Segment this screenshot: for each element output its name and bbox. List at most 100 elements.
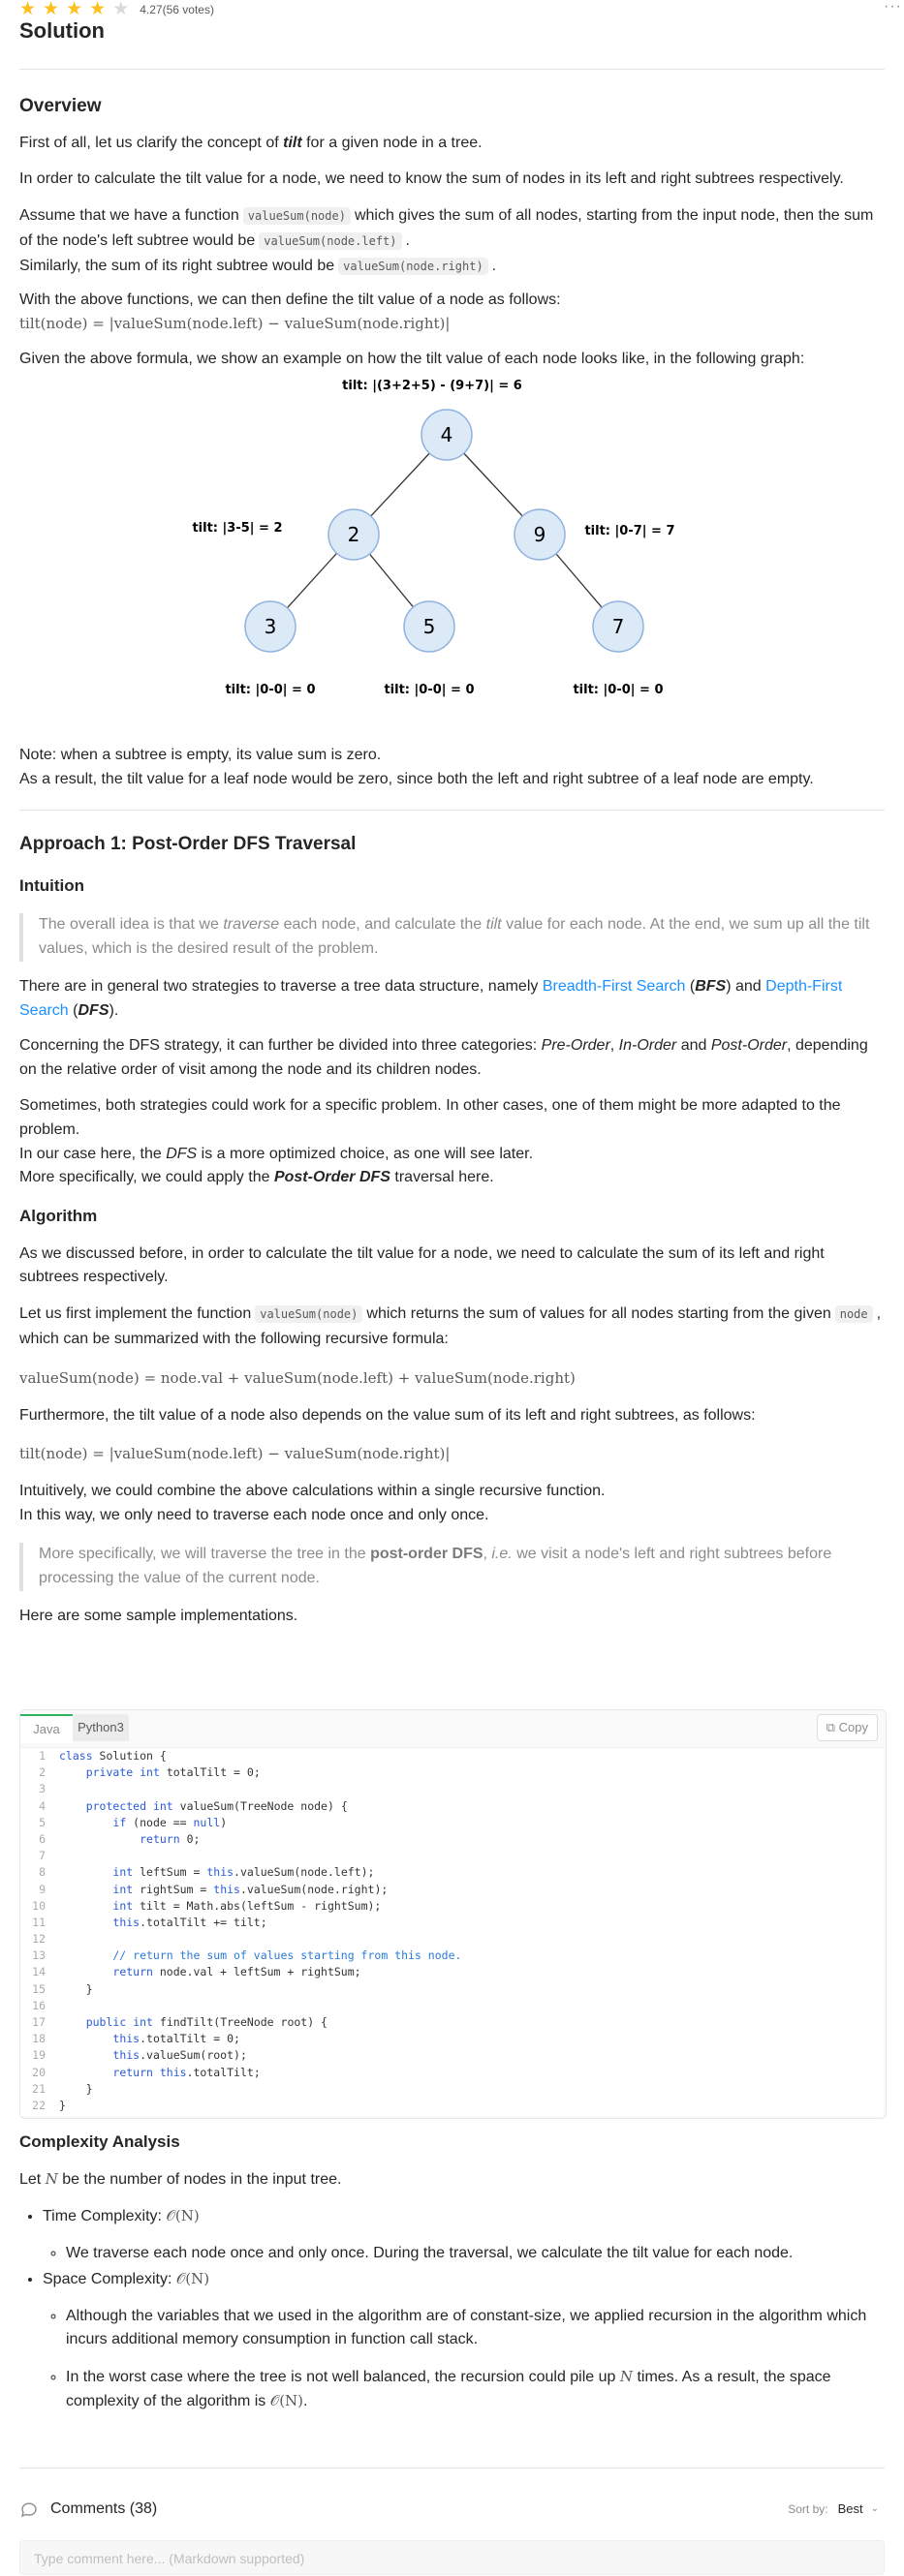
code-line: 10 int tilt = Math.abs(leftSum - rightSu…	[20, 1898, 884, 1915]
line-number: 16	[32, 1998, 46, 2012]
comment-input[interactable]: Type comment here... (Markdown supported…	[19, 2540, 885, 2575]
tilt-label: tilt: |0-7| = 7	[584, 524, 674, 538]
code-text: return this.totalTilt;	[112, 2065, 261, 2079]
line-number: 11	[32, 1915, 46, 1929]
star-icon[interactable]: ★	[66, 0, 82, 18]
code-editor[interactable]: 1 class Solution {2 private int totalTilt…	[20, 1747, 884, 2116]
list-item: We traverse each node once and only once…	[66, 2242, 885, 2266]
rating-bar: ★ ★ ★ ★ ★ 4.27(56 votes) ···	[19, 0, 904, 19]
sub-list: Although the variables that we used in t…	[43, 2305, 885, 2414]
tree-node-value: 9	[534, 523, 546, 546]
code-text: return node.val + leftSum + rightSum;	[112, 1965, 361, 1979]
code-text: private int totalTilt = 0;	[85, 1765, 261, 1780]
comment-icon	[20, 2502, 37, 2518]
code-line: 12	[20, 1931, 884, 1947]
approach-heading: Approach 1: Post-Order DFS Traversal	[19, 834, 357, 855]
tree-node-value: 5	[423, 615, 436, 638]
intuition-heading: Intuition	[19, 875, 85, 895]
copy-button[interactable]: ⧉ Copy	[816, 1714, 878, 1741]
list-item: In the worst case where the tree is not …	[66, 2366, 885, 2414]
star-icon[interactable]: ★	[112, 0, 129, 18]
line-number: 2	[39, 1765, 46, 1780]
algorithm-paragraph: In this way, we only need to traverse ea…	[19, 1507, 489, 1524]
code-text: this.totalTilt = 0;	[112, 2032, 240, 2046]
line-number: 3	[39, 1782, 46, 1796]
line-number: 18	[32, 2032, 46, 2046]
chevron-down-icon[interactable]: ⌄	[871, 2501, 879, 2517]
code-line: 17 public int findTilt(TreeNode root) {	[20, 2014, 884, 2031]
intuition-quote: The overall idea is that we traverse eac…	[19, 913, 872, 962]
list-item: Although the variables that we used in t…	[66, 2305, 885, 2353]
line-number: 22	[32, 2098, 46, 2112]
code-text: return 0;	[140, 1831, 201, 1846]
algorithm-paragraph: Let us first implement the function value…	[19, 1305, 882, 1348]
tree-edges	[269, 434, 619, 628]
tilt-label: tilt: |(3+2+5) - (9+7)| = 6	[342, 379, 522, 393]
code-line: 15 }	[20, 1981, 884, 1998]
approach-paragraph: There are in general two strategies to t…	[19, 977, 843, 1019]
star-icon[interactable]: ★	[89, 0, 106, 18]
code-line: 7	[20, 1848, 884, 1864]
list-item: Space Complexity: 𝒪(N) Although the vari…	[43, 2268, 885, 2414]
code-line: 11 this.totalTilt += tilt;	[20, 1915, 884, 1931]
bfs-link[interactable]: Breadth-First Search	[543, 978, 686, 995]
algorithm-paragraph: As we discussed before, in order to calc…	[19, 1244, 825, 1286]
tree-node-value: 7	[612, 615, 625, 638]
language-tabs: Java Python3 ⧉ Copy	[20, 1710, 886, 1743]
code-text: int tilt = Math.abs(leftSum - rightSum);	[112, 1898, 382, 1913]
code-line: 1 class Solution {	[20, 1748, 884, 1764]
code-line: 21 }	[20, 2081, 884, 2098]
algorithm-heading: Algorithm	[19, 1207, 98, 1226]
line-number: 19	[32, 2048, 46, 2063]
note: Note: when a subtree is empty, its value…	[19, 746, 382, 763]
valuesum-formula: valueSum(node) = node.val + valueSum(nod…	[19, 1369, 576, 1388]
algorithm-paragraph: Here are some sample implementations.	[19, 1607, 298, 1624]
line-number: 15	[32, 1981, 46, 1996]
solution-article: ★ ★ ★ ★ ★ 4.27(56 votes) ··· Solution Ov…	[19, 0, 904, 2575]
divider	[19, 2468, 885, 2469]
line-number: 1	[39, 1749, 46, 1763]
overview-paragraph: Assume that we have a function valueSum(n…	[19, 207, 874, 276]
complexity-heading: Complexity Analysis	[19, 2132, 180, 2151]
code-line: 5 if (node == null)	[20, 1815, 884, 1831]
code-line: 13 // return the sum of values starting …	[20, 1947, 884, 1964]
algorithm-paragraph: Furthermore, the tilt value of a node al…	[19, 1407, 756, 1425]
overview-paragraph: As a result, the tilt value for a leaf n…	[19, 770, 814, 787]
line-number: 20	[32, 2065, 46, 2079]
comments-bar: Comments (38) Sort by: Best ⌄	[19, 2493, 885, 2526]
tab-python3[interactable]: Python3	[73, 1714, 129, 1741]
divider	[19, 69, 885, 70]
code-block: Java Python3 ⧉ Copy 1 class Solution {2 p…	[19, 1709, 887, 2119]
star-icon[interactable]: ★	[43, 0, 59, 18]
line-number: 12	[32, 1932, 46, 1947]
line-number: 9	[39, 1882, 46, 1896]
tab-java[interactable]: Java	[20, 1714, 73, 1743]
tilt-label: tilt: |0-0| = 0	[384, 683, 474, 697]
approach-paragraph: In our case here, the DFS is a more opti…	[19, 1145, 534, 1162]
line-number: 5	[39, 1815, 46, 1829]
line-number: 21	[32, 2081, 46, 2096]
tilt-formula: tilt(node) = |valueSum(node.left) − valu…	[19, 314, 451, 332]
tilt-formula: tilt(node) = |valueSum(node.left) − valu…	[19, 1445, 451, 1463]
more-options-icon[interactable]: ···	[884, 0, 902, 15]
code-text: }	[59, 1981, 93, 1996]
rating-value: 4.27(56 votes)	[140, 2, 214, 16]
complexity-section: Complexity Analysis Let N be the number …	[19, 2130, 885, 2414]
code-text: this.totalTilt += tilt;	[112, 1915, 267, 1929]
complexity-paragraph: Let N be the number of nodes in the inpu…	[19, 2170, 342, 2189]
line-number: 8	[39, 1865, 46, 1880]
tree-node-value: 3	[265, 615, 277, 638]
overview-paragraph: In order to calculate the tilt value for…	[19, 170, 844, 188]
sub-list: We traverse each node once and only once…	[43, 2242, 885, 2266]
code-line: 16	[20, 1998, 884, 2014]
code-line: 14 return node.val + leftSum + rightSum;	[20, 1964, 884, 1980]
overview-paragraph: First of all, let us clarify the concept…	[19, 135, 483, 152]
code-line: 18 this.totalTilt = 0;	[20, 2031, 884, 2047]
sort-select[interactable]: Best	[838, 2499, 863, 2519]
code-text: }	[59, 2081, 93, 2096]
code-line: 20 return this.totalTilt;	[20, 2065, 884, 2081]
code-line: 6 return 0;	[20, 1831, 884, 1848]
line-number: 14	[32, 1965, 46, 1979]
star-icon[interactable]: ★	[19, 0, 36, 18]
code-line: 2 private int totalTilt = 0;	[20, 1764, 884, 1781]
